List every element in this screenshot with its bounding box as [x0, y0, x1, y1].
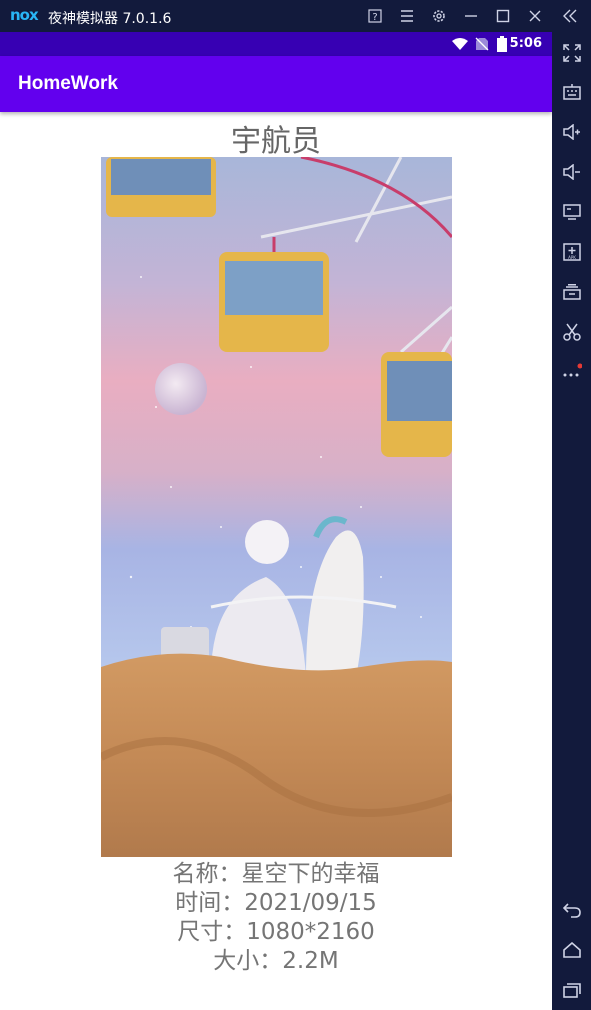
back-icon[interactable] — [558, 896, 585, 923]
maximize-icon[interactable] — [491, 4, 515, 28]
photo-filesize: 大小：2.2M — [213, 948, 339, 974]
multi-instance-icon[interactable] — [558, 278, 585, 305]
collapse-icon[interactable] — [558, 4, 582, 28]
volume-up-icon[interactable] — [558, 118, 585, 145]
phone-screen: 5:06 HomeWork 宇航员 名称：星空下的幸福 时间：2021/09/1… — [0, 32, 552, 1010]
apk-install-icon[interactable]: APK — [558, 238, 585, 265]
clock: 5:06 — [509, 36, 542, 51]
window-title: 夜神模拟器 7.0.1.6 — [48, 11, 172, 27]
keyboard-icon[interactable] — [558, 78, 585, 105]
svg-text:?: ? — [372, 12, 377, 23]
app-title: HomeWork — [18, 73, 118, 94]
detail-content: 宇航员 名称：星空下的幸福 时间：2021/09/15 尺寸：1080*2160… — [0, 112, 552, 1010]
recent-apps-icon[interactable] — [558, 976, 585, 1003]
screen-icon[interactable] — [558, 198, 585, 225]
more-icon[interactable] — [558, 356, 585, 383]
status-bar: 5:06 — [0, 32, 552, 56]
scissors-icon[interactable] — [558, 318, 585, 345]
emulator-side-toolbar: APK — [552, 32, 591, 1010]
home-icon[interactable] — [558, 936, 585, 963]
minimize-icon[interactable] — [459, 4, 483, 28]
app-bar: HomeWork — [0, 56, 552, 112]
wifi-icon — [452, 38, 468, 50]
menu-icon[interactable] — [395, 4, 419, 28]
no-sim-icon — [475, 37, 489, 51]
gondola — [106, 157, 216, 217]
photo-name: 名称：星空下的幸福 — [172, 861, 380, 887]
nox-logo: nox — [10, 6, 39, 24]
picture-title: 宇航员 — [231, 124, 321, 159]
volume-down-icon[interactable] — [558, 158, 585, 185]
help-icon[interactable]: ? — [363, 4, 387, 28]
photo-dimensions: 尺寸：1080*2160 — [177, 919, 375, 945]
settings-icon[interactable] — [427, 4, 451, 28]
emulator-title-bar: nox 夜神模拟器 7.0.1.6 ? — [0, 0, 591, 32]
fullscreen-icon[interactable] — [558, 39, 585, 66]
astronaut-photo[interactable] — [101, 157, 452, 857]
photo-date: 时间：2021/09/15 — [175, 890, 377, 916]
battery-icon — [497, 36, 507, 52]
svg-text:APK: APK — [568, 255, 576, 260]
close-icon[interactable] — [523, 4, 547, 28]
